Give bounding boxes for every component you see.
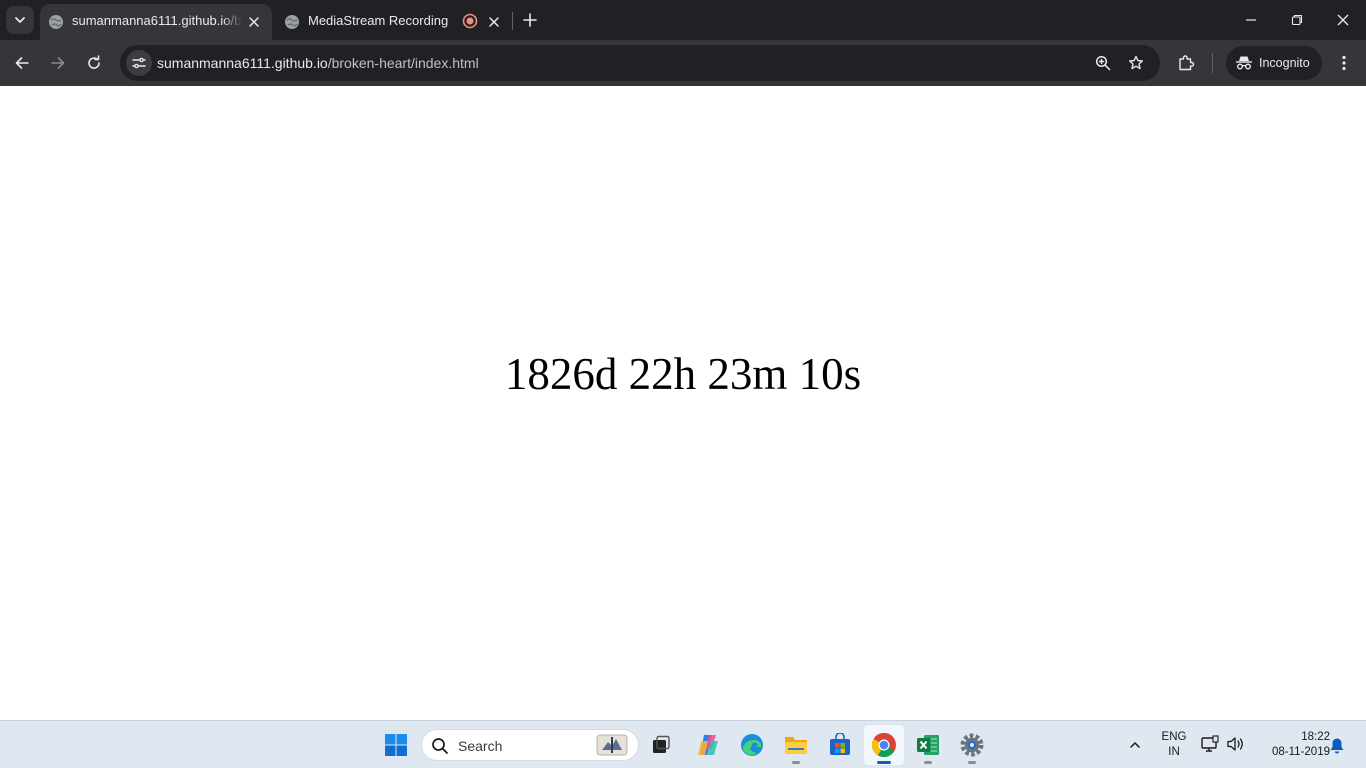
copilot-icon [698, 735, 718, 755]
taskbar: Search ENG IN 18:22 08-11-2019 [0, 720, 1366, 768]
globe-icon [49, 15, 63, 29]
globe-icon [285, 15, 299, 29]
forward-button[interactable] [44, 49, 72, 77]
close-icon [489, 17, 499, 27]
puzzle-icon [1179, 55, 1195, 71]
file-explorer-button[interactable] [776, 725, 816, 765]
reload-button[interactable] [80, 49, 108, 77]
running-indicator [968, 761, 976, 764]
search-highlight-icon [596, 734, 628, 756]
bookmark-button[interactable] [1126, 53, 1146, 73]
excel-icon [917, 735, 939, 755]
bell-icon [1330, 738, 1344, 753]
search-placeholder: Search [458, 738, 503, 754]
tab-mediastream-recording[interactable]: MediaStream Recording [276, 4, 512, 40]
tune-icon [132, 57, 146, 69]
close-icon [249, 17, 259, 27]
language-region: IN [1168, 746, 1180, 758]
windows-start-icon [385, 734, 407, 756]
network-icon [1201, 735, 1219, 752]
notifications-button[interactable] [1328, 736, 1346, 754]
chrome-icon [871, 733, 896, 758]
kebab-menu-icon [1342, 55, 1346, 71]
site-info-button[interactable] [126, 50, 152, 76]
url-host: sumanmanna6111.github.io [157, 55, 328, 71]
star-icon [1129, 55, 1143, 70]
zoom-icon [1095, 55, 1111, 71]
clock-date: 08-11-2019 [1272, 746, 1330, 758]
show-hidden-icons-button[interactable] [1125, 735, 1145, 755]
minimize-icon [1246, 19, 1256, 21]
search-icon [432, 738, 448, 754]
reload-icon [88, 55, 100, 69]
chevron-down-icon [15, 17, 25, 23]
clock-time: 18:22 [1301, 731, 1330, 743]
microsoft-store-icon [830, 733, 850, 755]
url-text[interactable]: sumanmanna6111.github.io/broken-heart/in… [157, 55, 479, 71]
language-indicator[interactable]: ENG IN [1158, 730, 1190, 760]
tab-title: MediaStream Recording [308, 13, 449, 28]
restore-button[interactable] [1274, 0, 1320, 40]
countdown-timer: 1826d 22h 23m 10s [504, 349, 862, 399]
clock[interactable]: 18:22 08-11-2019 [1252, 730, 1330, 760]
tab-active[interactable]: sumanmanna6111.github.io/broken-heart/in… [40, 4, 272, 40]
address-bar[interactable]: sumanmanna6111.github.io/broken-heart/in… [120, 45, 1160, 81]
taskbar-search[interactable]: Search [421, 729, 639, 761]
incognito-icon [1236, 56, 1252, 70]
settings-button[interactable] [952, 725, 992, 765]
toolbar-divider [1212, 53, 1213, 73]
tab-strip: sumanmanna6111.github.io/broken-heart/in… [0, 0, 1366, 40]
volume-button[interactable] [1226, 734, 1246, 754]
edge-icon [741, 734, 763, 756]
close-window-button[interactable] [1320, 0, 1366, 40]
arrow-right-icon [51, 57, 65, 69]
tab-title: sumanmanna6111.github.io/broken-heart/in… [72, 13, 242, 28]
browser-toolbar: sumanmanna6111.github.io/broken-heart/in… [0, 40, 1366, 86]
start-button[interactable] [376, 725, 416, 765]
language-code: ENG [1161, 731, 1187, 743]
task-view-button[interactable] [641, 725, 681, 765]
incognito-label: Incognito [1259, 56, 1310, 70]
excel-button[interactable] [908, 725, 948, 765]
running-indicator [792, 761, 800, 764]
extensions-button[interactable] [1174, 51, 1198, 75]
microsoft-store-button[interactable] [820, 725, 860, 765]
file-explorer-icon [785, 737, 807, 754]
running-indicator [924, 761, 932, 764]
active-indicator [877, 761, 891, 764]
restore-icon [1291, 14, 1303, 26]
close-icon [1337, 14, 1349, 26]
network-button[interactable] [1200, 734, 1220, 754]
url-path: /broken-heart/index.html [327, 55, 479, 71]
page-viewport: 1826d 22h 23m 10s [0, 86, 1366, 720]
minimize-button[interactable] [1228, 0, 1274, 40]
volume-icon [1227, 737, 1243, 751]
task-view-icon [653, 735, 670, 753]
incognito-button[interactable]: Incognito [1226, 46, 1322, 80]
zoom-button[interactable] [1093, 53, 1113, 73]
plus-icon [523, 13, 537, 27]
arrow-left-icon [15, 57, 29, 69]
settings-icon [960, 733, 984, 757]
back-button[interactable] [8, 49, 36, 77]
chevron-up-icon [1130, 742, 1140, 748]
tab-divider [512, 12, 513, 30]
recording-icon [462, 13, 478, 29]
close-tab-button[interactable] [244, 12, 264, 32]
chrome-button[interactable] [864, 725, 904, 765]
new-tab-button[interactable] [518, 8, 542, 32]
close-tab-button[interactable] [484, 12, 504, 32]
browser-menu-button[interactable] [1332, 50, 1356, 76]
copilot-button[interactable] [688, 725, 728, 765]
tab-search-button[interactable] [6, 6, 34, 34]
edge-button[interactable] [732, 725, 772, 765]
